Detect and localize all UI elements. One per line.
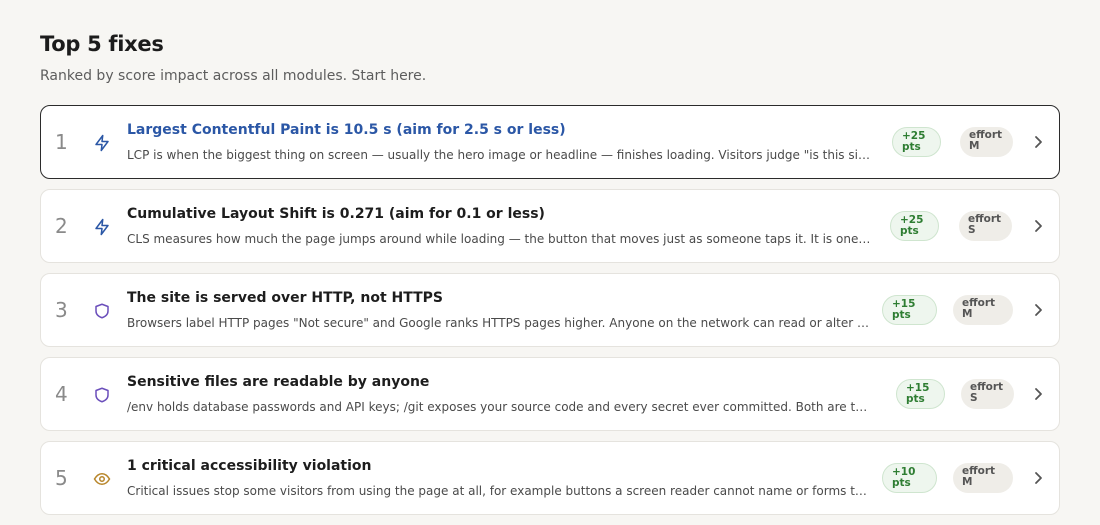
fix-list: 1 Largest Contentful Paint is 10.5 s (ai…	[40, 105, 1060, 525]
top-fixes-panel: Top 5 fixes Ranked by score impact acros…	[0, 0, 1100, 524]
eye-icon	[93, 470, 111, 488]
effort-badge: effort S	[959, 211, 1012, 241]
points-badge: +25 pts	[890, 211, 939, 241]
fix-title: 1 critical accessibility violation	[127, 458, 372, 474]
fix-title: The site is served over HTTP, not HTTPS	[127, 290, 444, 306]
lightning-icon	[93, 134, 111, 152]
chevron-right-icon[interactable]	[1033, 135, 1043, 149]
points-badge: +15 pts	[882, 295, 937, 325]
lightning-icon	[93, 218, 111, 236]
points-badge: +25 pts	[892, 127, 941, 157]
shield-icon	[93, 386, 111, 404]
page-title: Top 5 fixes	[40, 32, 164, 56]
chevron-right-icon[interactable]	[1033, 471, 1043, 485]
points-badge: +15 pts	[896, 379, 945, 409]
effort-badge: effort S	[961, 379, 1014, 409]
fix-rank: 3	[55, 298, 68, 322]
page-subtitle: Ranked by score impact across all module…	[40, 68, 427, 84]
fix-description: CLS measures how much the page jumps aro…	[127, 232, 873, 246]
effort-badge: effort M	[953, 295, 1013, 325]
chevron-right-icon[interactable]	[1033, 387, 1043, 401]
chevron-right-icon[interactable]	[1033, 303, 1043, 317]
fix-rank: 4	[55, 382, 68, 406]
fix-title: Cumulative Layout Shift is 0.271 (aim fo…	[127, 206, 545, 222]
fix-rank: 1	[55, 130, 68, 154]
shield-icon	[93, 302, 111, 320]
fix-description: LCP is when the biggest thing on screen …	[127, 148, 873, 162]
points-badge: +10 pts	[882, 463, 937, 493]
fix-card[interactable]: 2 Cumulative Layout Shift is 0.271 (aim …	[40, 189, 1060, 263]
fix-title: Largest Contentful Paint is 10.5 s (aim …	[127, 122, 566, 138]
fix-card[interactable]: 1 Largest Contentful Paint is 10.5 s (ai…	[40, 105, 1060, 179]
fix-description: Critical issues stop some visitors from …	[127, 484, 873, 498]
fix-card[interactable]: 3 The site is served over HTTP, not HTTP…	[40, 273, 1060, 347]
fix-card[interactable]: 4 Sensitive files are readable by anyone…	[40, 357, 1060, 431]
effort-badge: effort M	[953, 463, 1013, 493]
fix-title: Sensitive files are readable by anyone	[127, 374, 430, 390]
chevron-right-icon[interactable]	[1033, 219, 1043, 233]
fix-description: /env holds database passwords and API ke…	[127, 400, 873, 414]
fix-rank: 2	[55, 214, 68, 238]
fix-card[interactable]: 5 1 critical accessibility violation Cri…	[40, 441, 1060, 515]
fix-description: Browsers label HTTP pages "Not secure" a…	[127, 316, 873, 330]
effort-badge: effort M	[960, 127, 1013, 157]
fix-rank: 5	[55, 466, 68, 490]
